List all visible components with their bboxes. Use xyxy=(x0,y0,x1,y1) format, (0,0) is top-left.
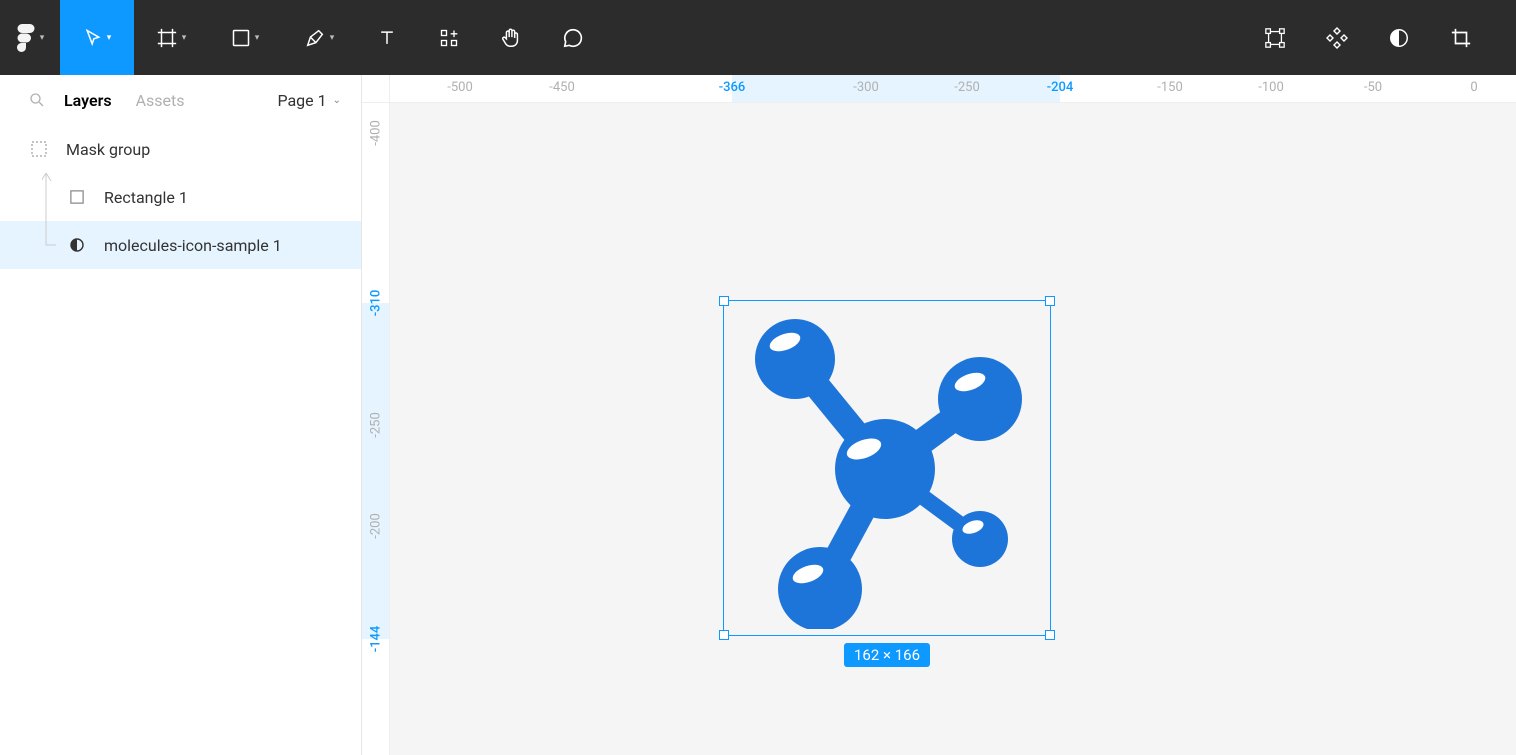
pen-tool[interactable]: ▾ xyxy=(282,0,356,75)
pen-icon xyxy=(304,27,326,49)
image-mask-layer-icon xyxy=(66,237,88,253)
ruler-tick: -150 xyxy=(1157,80,1183,95)
crop-icon xyxy=(1450,27,1472,49)
canvas-area: -500 -450 -366 -300 -250 -204 -150 -100 … xyxy=(362,75,1516,755)
edit-object-icon xyxy=(1264,27,1286,49)
figma-logo-menu[interactable]: ▾ xyxy=(0,0,60,75)
rectangle-icon xyxy=(231,28,251,48)
panel-header: Layers Assets Page 1 ⌄ xyxy=(0,75,361,125)
chevron-down-icon: ⌄ xyxy=(333,95,341,106)
rectangle-layer-icon xyxy=(66,190,88,204)
tab-assets[interactable]: Assets xyxy=(136,91,185,110)
chevron-down-icon: ▾ xyxy=(255,33,260,43)
hand-tool[interactable] xyxy=(480,0,542,75)
page-selector-label: Page 1 xyxy=(277,91,326,110)
comment-tool[interactable] xyxy=(542,0,604,75)
ruler-h-selection xyxy=(732,75,1060,102)
layer-row-mask-group[interactable]: Mask group xyxy=(0,125,361,173)
frame-tool[interactable]: ▾ xyxy=(134,0,208,75)
components-tool[interactable] xyxy=(1306,0,1368,75)
resources-icon xyxy=(439,28,459,48)
resize-handle-br[interactable] xyxy=(1045,630,1055,640)
layers-panel: Layers Assets Page 1 ⌄ Mask group Re xyxy=(0,75,362,755)
mask-group-icon xyxy=(28,141,50,157)
components-icon xyxy=(1325,26,1349,50)
chevron-down-icon: ▾ xyxy=(182,33,187,43)
ruler-tick: -250 xyxy=(368,412,383,438)
mask-icon xyxy=(1388,27,1410,49)
ruler-tick: -300 xyxy=(853,80,879,95)
layer-row-molecules[interactable]: molecules-icon-sample 1 xyxy=(0,221,361,269)
ruler-tick: -400 xyxy=(368,120,383,146)
ruler-tick: -450 xyxy=(549,80,575,95)
resources-tool[interactable] xyxy=(418,0,480,75)
chevron-down-icon: ▾ xyxy=(330,33,335,43)
crop-tool[interactable] xyxy=(1430,0,1492,75)
figma-logo-icon xyxy=(16,24,36,52)
mask-tool[interactable] xyxy=(1368,0,1430,75)
ruler-v-selection xyxy=(362,303,389,639)
ruler-tick: -366 xyxy=(719,80,746,95)
ruler-tick: -204 xyxy=(1047,80,1074,95)
layer-label: molecules-icon-sample 1 xyxy=(104,236,282,255)
hand-icon xyxy=(500,27,522,49)
chevron-down-icon: ▾ xyxy=(107,33,112,43)
cursor-icon xyxy=(83,28,103,48)
ruler-tick: -500 xyxy=(447,80,473,95)
ruler-tick: -50 xyxy=(1364,80,1382,95)
tree-connector-icon xyxy=(42,221,62,269)
edit-object-tool[interactable] xyxy=(1244,0,1306,75)
text-tool[interactable] xyxy=(356,0,418,75)
text-icon xyxy=(377,28,397,48)
frame-icon xyxy=(156,27,178,49)
layer-label: Mask group xyxy=(66,140,150,159)
tab-layers[interactable]: Layers xyxy=(64,91,112,110)
layers-list: Mask group Rectangle 1 molecules-icon-sa… xyxy=(0,125,361,755)
ruler-tick: -310 xyxy=(368,290,383,317)
layer-label: Rectangle 1 xyxy=(104,188,188,207)
shape-tool[interactable]: ▾ xyxy=(208,0,282,75)
resize-handle-tr[interactable] xyxy=(1045,296,1055,306)
horizontal-ruler[interactable]: -500 -450 -366 -300 -250 -204 -150 -100 … xyxy=(390,75,1516,103)
selection-bounds[interactable]: 162 × 166 xyxy=(723,300,1051,636)
layer-row-rectangle[interactable]: Rectangle 1 xyxy=(0,173,361,221)
search-icon[interactable] xyxy=(28,91,46,109)
vertical-ruler[interactable]: -400 -310 -250 -200 -144 xyxy=(362,103,390,755)
ruler-tick: -144 xyxy=(368,626,383,653)
top-toolbar: ▾ ▾ ▾ ▾ ▾ xyxy=(0,0,1516,75)
ruler-corner xyxy=(362,75,390,103)
resize-handle-tl[interactable] xyxy=(719,296,729,306)
resize-handle-bl[interactable] xyxy=(719,630,729,640)
canvas[interactable]: 162 × 166 xyxy=(390,103,1516,755)
ruler-tick: 0 xyxy=(1470,80,1477,95)
chevron-down-icon: ▾ xyxy=(40,33,45,43)
ruler-tick: -200 xyxy=(368,513,383,539)
comment-icon xyxy=(562,27,584,49)
page-selector[interactable]: Page 1 ⌄ xyxy=(277,91,341,110)
ruler-tick: -250 xyxy=(954,80,980,95)
ruler-tick: -100 xyxy=(1258,80,1284,95)
move-tool[interactable]: ▾ xyxy=(60,0,134,75)
tree-connector-icon xyxy=(42,173,62,221)
dimensions-badge: 162 × 166 xyxy=(844,643,930,667)
